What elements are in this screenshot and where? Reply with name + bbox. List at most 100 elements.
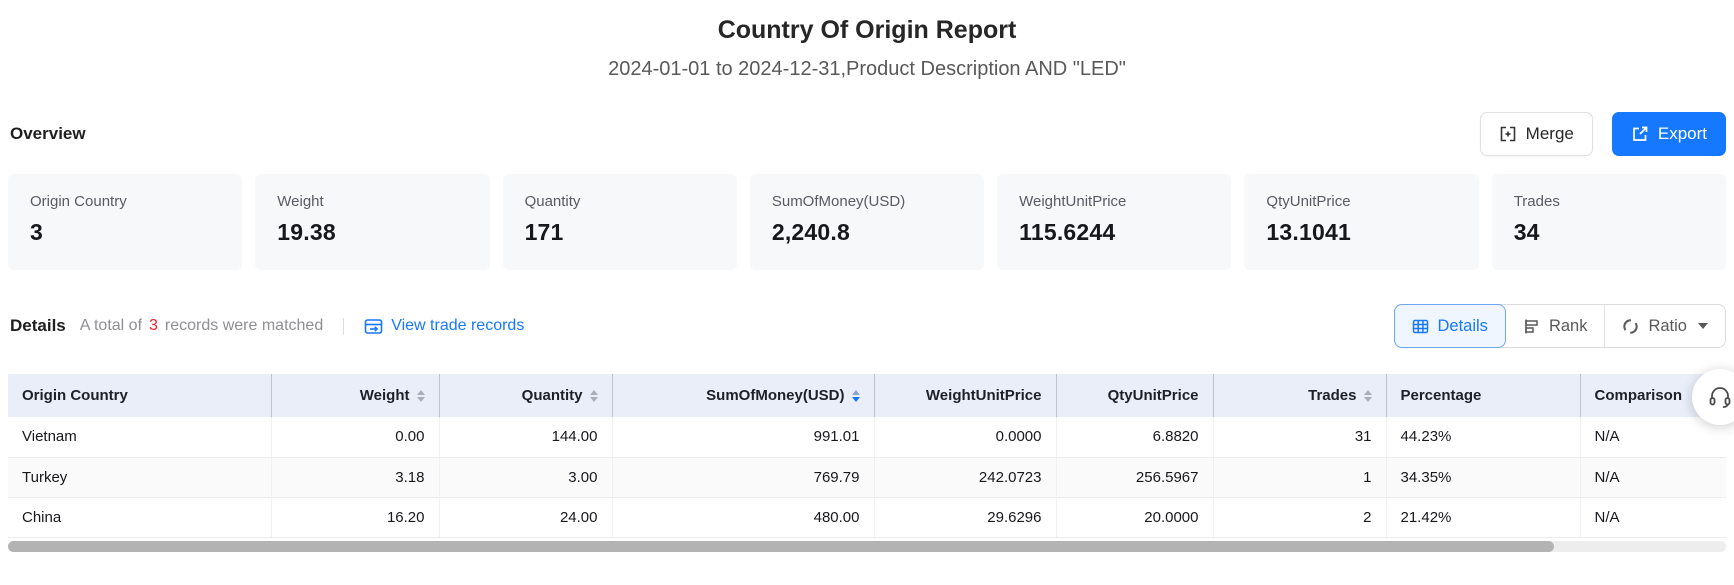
details-table: Origin Country Weight Quantity SumOfMone… [8, 374, 1726, 538]
sort-icon-sum-of-money-desc-active[interactable] [852, 390, 860, 402]
cell-weight: 16.20 [271, 497, 439, 537]
stat-card-weight: Weight 19.38 [255, 174, 489, 270]
stat-card-sum-of-money: SumOfMoney(USD) 2,240.8 [750, 174, 984, 270]
details-header-row: Details A total of 3 records were matche… [8, 304, 1726, 348]
cell-sum-of-money: 480.00 [612, 497, 874, 537]
cell-origin-country: Vietnam [8, 417, 271, 457]
report-filter-subtitle: 2024-01-01 to 2024-12-31,Product Descrip… [8, 58, 1726, 81]
col-header-origin-country: Origin Country [8, 374, 271, 417]
cell-weight-unit-price: 29.6296 [874, 497, 1056, 537]
sort-icon-quantity[interactable] [590, 390, 598, 402]
overview-stat-cards: Origin Country 3 Weight 19.38 Quantity 1… [8, 174, 1726, 270]
merge-cells-icon [1499, 125, 1517, 143]
stat-card-origin-country: Origin Country 3 [8, 174, 242, 270]
stat-card-qty-unit-price: QtyUnitPrice 13.1041 [1244, 174, 1478, 270]
stat-label: Quantity [525, 193, 715, 210]
tab-rank[interactable]: Rank [1506, 305, 1605, 347]
stat-label: SumOfMoney(USD) [772, 193, 962, 210]
toolbar-actions: Merge Export [1480, 112, 1726, 156]
stat-label: Trades [1514, 193, 1704, 210]
cell-comparison: N/A [1580, 457, 1726, 497]
export-button[interactable]: Export [1612, 112, 1726, 156]
view-trade-records-link[interactable]: View trade records [364, 317, 524, 335]
cell-origin-country: China [8, 497, 271, 537]
cell-qty-unit-price: 20.0000 [1056, 497, 1213, 537]
tab-details-label: Details [1438, 317, 1488, 336]
overview-header-row: Overview Merge Export [8, 112, 1726, 156]
cell-quantity: 24.00 [439, 497, 612, 537]
tab-ratio-label: Ratio [1648, 317, 1687, 336]
sort-icon-weight[interactable] [417, 390, 425, 402]
records-matched-summary: A total of 3 records were matched [80, 317, 323, 335]
table-row-turkey: Turkey 3.18 3.00 769.79 242.0723 256.596… [8, 457, 1726, 497]
export-icon [1631, 125, 1649, 143]
cell-weight: 0.00 [271, 417, 439, 457]
details-summary: Details A total of 3 records were matche… [10, 316, 524, 336]
col-header-sum-of-money[interactable]: SumOfMoney(USD) [612, 374, 874, 417]
table-row-china: China 16.20 24.00 480.00 29.6296 20.0000… [8, 497, 1726, 537]
col-header-qty-unit-price: QtyUnitPrice [1056, 374, 1213, 417]
stat-value: 2,240.8 [772, 219, 962, 246]
vertical-divider [343, 318, 344, 335]
table-grid-icon [1412, 318, 1429, 335]
cell-weight: 3.18 [271, 457, 439, 497]
cell-qty-unit-price: 6.8820 [1056, 417, 1213, 457]
stat-card-quantity: Quantity 171 [503, 174, 737, 270]
stat-label: Weight [277, 193, 467, 210]
cell-trades: 1 [1213, 457, 1386, 497]
horizontal-scrollbar-track[interactable] [8, 541, 1726, 552]
stat-card-trades: Trades 34 [1492, 174, 1726, 270]
cell-quantity: 3.00 [439, 457, 612, 497]
horizontal-scrollbar-thumb[interactable] [8, 541, 1554, 552]
merge-button[interactable]: Merge [1480, 112, 1593, 156]
cell-percentage: 44.23% [1386, 417, 1580, 457]
cell-percentage: 21.42% [1386, 497, 1580, 537]
rank-bars-icon [1523, 318, 1540, 335]
cell-sum-of-money: 769.79 [612, 457, 874, 497]
stat-value: 34 [1514, 219, 1704, 246]
tab-ratio[interactable]: Ratio [1604, 305, 1725, 347]
cell-comparison: N/A [1580, 417, 1726, 457]
view-switcher: Details Rank Ratio [1394, 304, 1727, 348]
cell-percentage: 34.35% [1386, 457, 1580, 497]
stat-label: WeightUnitPrice [1019, 193, 1209, 210]
stat-value: 171 [525, 219, 715, 246]
stat-label: QtyUnitPrice [1266, 193, 1456, 210]
trade-records-icon [364, 318, 383, 335]
overview-heading: Overview [10, 124, 86, 144]
chevron-down-icon [1698, 323, 1708, 329]
col-header-quantity[interactable]: Quantity [439, 374, 612, 417]
export-button-label: Export [1658, 124, 1707, 144]
details-table-container: Origin Country Weight Quantity SumOfMone… [8, 374, 1726, 538]
col-header-weight[interactable]: Weight [271, 374, 439, 417]
col-header-trades[interactable]: Trades [1213, 374, 1386, 417]
sort-icon-trades[interactable] [1364, 390, 1372, 402]
cell-qty-unit-price: 256.5967 [1056, 457, 1213, 497]
table-header-row: Origin Country Weight Quantity SumOfMone… [8, 374, 1726, 417]
stat-label: Origin Country [30, 193, 220, 210]
cell-comparison: N/A [1580, 497, 1726, 537]
stat-value: 19.38 [277, 219, 467, 246]
stat-card-weight-unit-price: WeightUnitPrice 115.6244 [997, 174, 1231, 270]
cell-quantity: 144.00 [439, 417, 612, 457]
summary-prefix: A total of [80, 317, 142, 335]
details-heading: Details [10, 316, 66, 336]
tab-rank-label: Rank [1549, 317, 1588, 336]
cell-weight-unit-price: 0.0000 [874, 417, 1056, 457]
merge-button-label: Merge [1526, 124, 1574, 144]
cell-origin-country: Turkey [8, 457, 271, 497]
country-of-origin-report-page: Country Of Origin Report 2024-01-01 to 2… [0, 0, 1734, 585]
cell-sum-of-money: 991.01 [612, 417, 874, 457]
table-row-vietnam: Vietnam 0.00 144.00 991.01 0.0000 6.8820… [8, 417, 1726, 457]
matched-records-count: 3 [149, 317, 158, 335]
page-title: Country Of Origin Report [8, 0, 1726, 45]
cell-trades: 2 [1213, 497, 1386, 537]
summary-suffix: records were matched [165, 317, 323, 335]
col-header-weight-unit-price: WeightUnitPrice [874, 374, 1056, 417]
cell-trades: 31 [1213, 417, 1386, 457]
tab-details[interactable]: Details [1394, 304, 1506, 348]
ratio-circle-icon [1622, 318, 1639, 335]
stat-value: 13.1041 [1266, 219, 1456, 246]
cell-weight-unit-price: 242.0723 [874, 457, 1056, 497]
headset-icon [1707, 384, 1733, 410]
